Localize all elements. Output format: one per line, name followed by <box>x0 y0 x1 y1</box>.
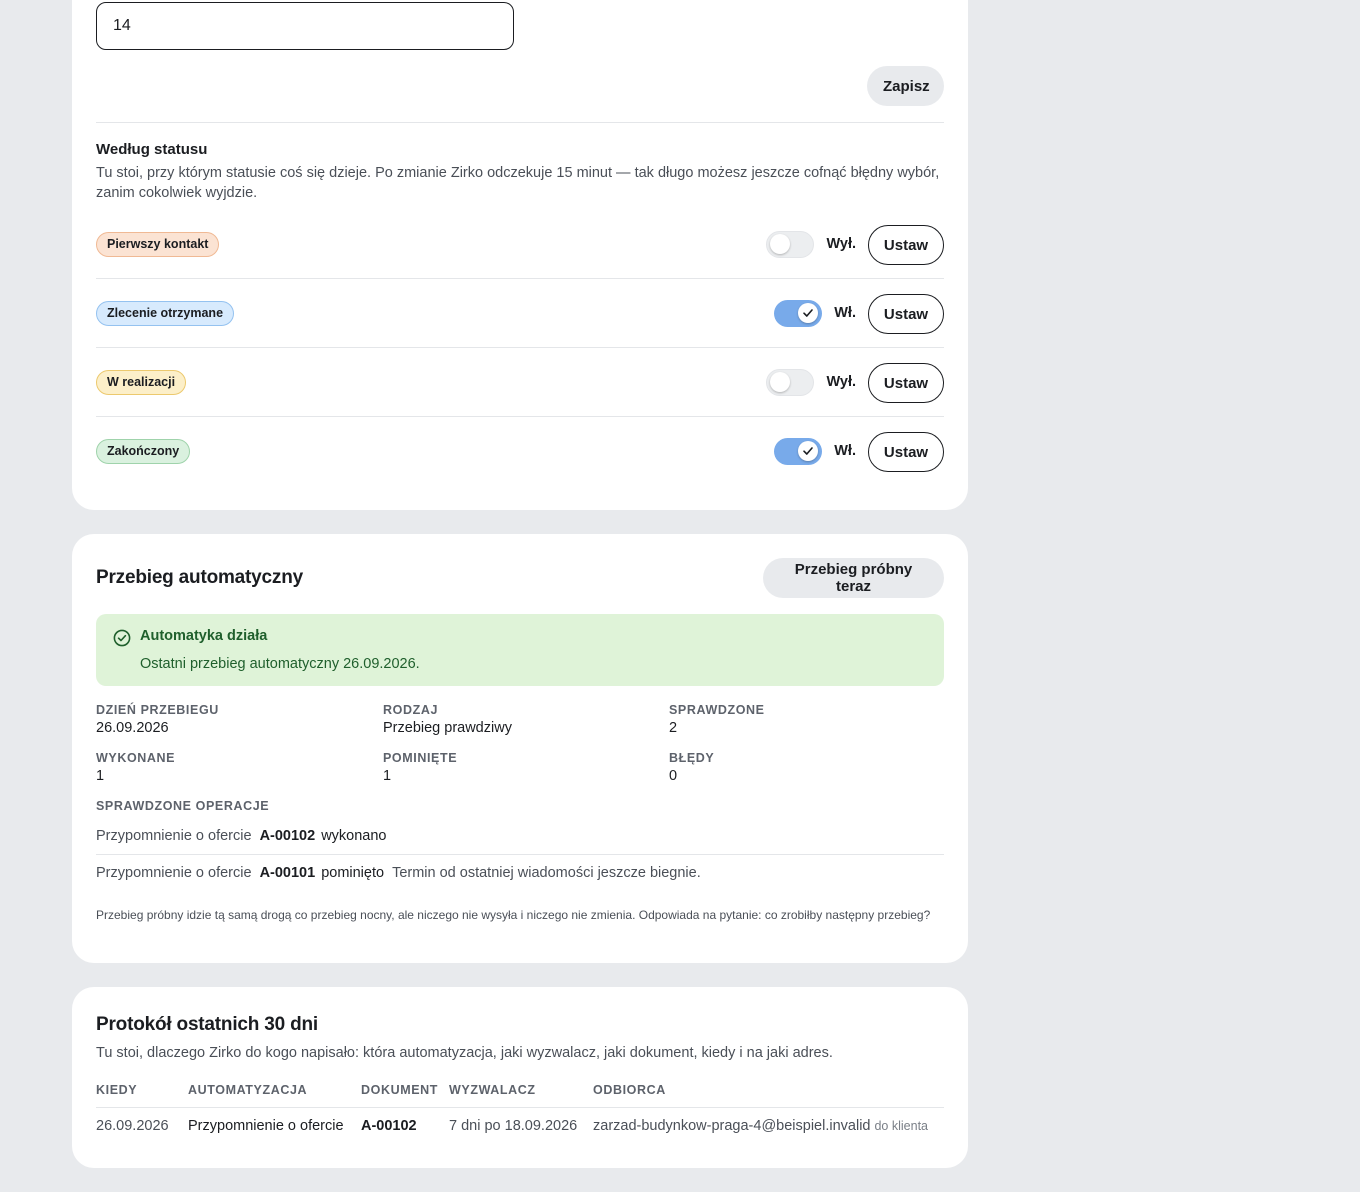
toggle-state-label: Wł. <box>834 443 856 459</box>
toggle-state-label: Wył. <box>826 236 856 252</box>
column-header: Automatyzacja <box>188 1083 308 1097</box>
toggle-state-label: Wł. <box>834 305 856 321</box>
op-code: A-00101 <box>259 865 316 881</box>
toggle-knob <box>798 441 818 461</box>
ops-label: Sprawdzone operacje <box>96 799 270 813</box>
status-badge: Pierwszy kontakt <box>96 232 220 257</box>
op-note: Termin od ostatniej wiadomości jeszcze b… <box>392 865 701 881</box>
column-header: Kiedy <box>96 1083 138 1097</box>
op-code: A-00102 <box>259 828 316 844</box>
op-status: wykonano <box>321 828 387 844</box>
log-card: Protokół ostatnich 30 dni Tu stoi, dlacz… <box>72 987 968 1168</box>
kind-label: Rodzaj <box>383 703 438 717</box>
cell-recipient: zarzad-budynkow-praga-4@beispiel.invalid… <box>593 1118 928 1134</box>
skipped-label: Pominięte <box>383 751 458 765</box>
status-row: Zakończony Wł. Ustaw <box>96 417 944 486</box>
recipient-email: zarzad-budynkow-praga-4@beispiel.invalid <box>593 1118 871 1134</box>
checked-label: Sprawdzone <box>669 703 765 717</box>
divider <box>96 854 944 855</box>
toggle-state-label: Wył. <box>826 374 856 390</box>
done-value: 1 <box>96 768 105 784</box>
column-header: Dokument <box>361 1083 439 1097</box>
cell-automation: Przypomnienie o ofercie <box>188 1118 344 1134</box>
table-divider <box>96 1107 944 1108</box>
check-circle-icon <box>113 629 131 647</box>
done-label: Wykonane <box>96 751 176 765</box>
auto-run-title: Przebieg automatyczny <box>96 567 303 588</box>
alert-title: Automatyka działa <box>140 628 268 644</box>
status-toggle[interactable] <box>766 369 814 396</box>
operation-row: Przypomnienie o ofercie A-00102 wykonano <box>96 828 944 844</box>
set-button[interactable]: Ustaw <box>868 225 944 265</box>
status-badge: W realizacji <box>96 370 187 395</box>
status-badge: Zlecenie otrzymane <box>96 301 235 326</box>
settings-card: Zapisz Według statusu Tu stoi, przy któr… <box>72 0 968 510</box>
day-label: Dzień przebiegu <box>96 703 219 717</box>
status-toggle[interactable] <box>774 300 822 327</box>
column-header: Odbiorca <box>593 1083 666 1097</box>
auto-run-card: Przebieg automatyczny Przebieg próbny te… <box>72 534 968 963</box>
op-name: Przypomnienie o ofercie <box>96 865 252 881</box>
set-button[interactable]: Ustaw <box>868 294 944 334</box>
op-name: Przypomnienie o ofercie <box>96 828 252 844</box>
skipped-value: 1 <box>383 768 392 784</box>
by-status-description: Tu stoi, przy którym statusie coś się dz… <box>96 165 940 201</box>
status-row: W realizacji Wył. Ustaw <box>96 348 944 417</box>
set-button[interactable]: Ustaw <box>868 432 944 472</box>
toggle-knob <box>798 303 818 323</box>
errors-value: 0 <box>669 768 678 784</box>
divider <box>96 122 944 123</box>
cell-when: 26.09.2026 <box>96 1118 169 1134</box>
status-row: Zlecenie otrzymane Wł. Ustaw <box>96 279 944 348</box>
test-run-button[interactable]: Przebieg próbny teraz <box>763 558 944 598</box>
toggle-knob <box>770 372 790 392</box>
op-status: pominięto <box>321 865 385 881</box>
checked-value: 2 <box>669 720 678 736</box>
by-status-title: Według statusu <box>96 141 208 158</box>
toggle-knob <box>770 234 790 254</box>
status-toggle[interactable] <box>766 231 814 258</box>
status-row: Pierwszy kontakt Wył. Ustaw <box>96 210 944 279</box>
save-button[interactable]: Zapisz <box>867 66 944 106</box>
alert-text: Ostatni przebieg automatyczny 26.09.2026… <box>140 656 420 672</box>
operation-row: Przypomnienie o ofercie A-00101 pominięto T… <box>96 865 944 881</box>
column-header: Wyzwalacz <box>449 1083 536 1097</box>
days-input[interactable] <box>96 2 514 50</box>
test-run-footnote: Przebieg próbny idzie tą samą drogą co p… <box>96 908 931 922</box>
day-value: 26.09.2026 <box>96 720 169 736</box>
status-toggle[interactable] <box>774 438 822 465</box>
status-alert: Automatyka działa Ostatni przebieg autom… <box>96 614 944 686</box>
cell-document: A-00102 <box>361 1118 417 1134</box>
kind-value: Przebieg prawdziwy <box>383 720 512 736</box>
errors-label: Błędy <box>669 751 715 765</box>
log-description: Tu stoi, dlaczego Zirko do kogo napisało… <box>96 1045 833 1061</box>
set-button[interactable]: Ustaw <box>868 363 944 403</box>
cell-trigger: 7 dni po 18.09.2026 <box>449 1118 578 1134</box>
check-icon <box>803 309 813 317</box>
log-title: Protokół ostatnich 30 dni <box>96 1014 318 1035</box>
recipient-note: do klienta <box>874 1119 928 1133</box>
check-icon <box>803 447 813 455</box>
status-badge: Zakończony <box>96 439 191 464</box>
